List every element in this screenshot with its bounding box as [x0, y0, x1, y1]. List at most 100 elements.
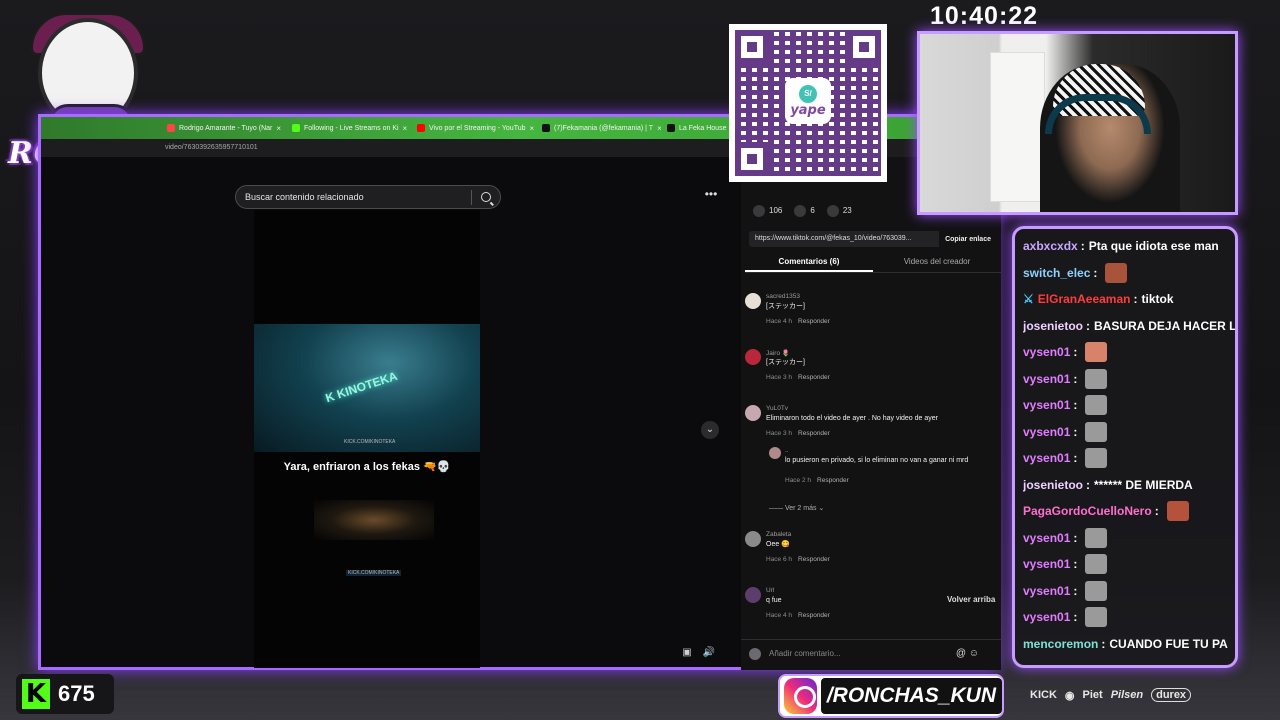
next-video-chevron-icon[interactable]: ⌄: [701, 421, 719, 439]
pip-icon[interactable]: ▣: [679, 645, 695, 661]
comment-user[interactable]: ..: [785, 447, 789, 454]
chat-username[interactable]: vysen01: [1023, 584, 1070, 598]
chat-text: tiktok: [1141, 292, 1174, 306]
avatar[interactable]: [745, 587, 761, 603]
comment-meta: Hace 3 h Responder: [766, 430, 830, 437]
chat-message: josenietoo: ****** DE MIERDA: [1023, 474, 1235, 496]
copy-link-button[interactable]: Copiar enlace: [939, 236, 997, 243]
kick-follower-counter: K 675: [16, 674, 114, 714]
qr-pattern: S/ yape: [735, 30, 881, 176]
panel-tabs: Comentarios (6) Videos del creador: [745, 253, 1001, 273]
tab-creator-videos[interactable]: Videos del creador: [873, 253, 1001, 272]
sponsor-strip: KICK ◉ Piet Pilsen durex: [1030, 688, 1192, 702]
back-to-top-button[interactable]: Volver arriba: [947, 595, 995, 604]
webcam-feed: [917, 31, 1238, 215]
chat-separator: :: [1093, 265, 1098, 280]
chat-emote-icon: [1105, 262, 1128, 283]
kick-logo-icon: K: [22, 679, 50, 709]
chat-emote-icon: [1085, 527, 1108, 548]
chat-username[interactable]: vysen01: [1023, 372, 1070, 386]
browser-tab[interactable]: Following - Live Streams on Ki ×: [286, 119, 411, 137]
video-player[interactable]: K KINOTEKA KICK.COM/KINOTEKA Yara, enfri…: [254, 210, 480, 668]
chat-separator: :: [1101, 636, 1106, 651]
comment-meta: Hace 2 h Responder: [785, 477, 849, 484]
chat-separator: :: [1073, 371, 1078, 386]
tab-favicon-icon: [167, 124, 175, 132]
avatar[interactable]: [769, 447, 781, 459]
save-button[interactable]: 23: [826, 205, 852, 217]
chat-username[interactable]: vysen01: [1023, 531, 1070, 545]
avatar[interactable]: [745, 531, 761, 547]
sponsor-durex: durex: [1151, 688, 1192, 702]
chat-username[interactable]: vysen01: [1023, 451, 1070, 465]
chat-emote-icon: [1085, 580, 1108, 601]
comment-count-button[interactable]: 6: [794, 205, 815, 217]
chat-username[interactable]: PagaGordoCuelloNero: [1023, 504, 1152, 518]
like-button[interactable]: 106: [753, 205, 782, 217]
comment-text: Oee 😋: [766, 541, 790, 548]
reply-button[interactable]: Responder: [798, 612, 830, 619]
tab-close-icon[interactable]: ×: [530, 124, 535, 133]
yape-qr-code: S/ yape: [729, 24, 887, 182]
chat-separator: :: [1086, 477, 1091, 492]
webcam-shelf: [990, 52, 1045, 202]
view-more-replies-button[interactable]: —— Ver 2 más ⌄: [769, 504, 824, 512]
avatar[interactable]: [745, 349, 761, 365]
comment-text: Eliminaron todo el video de ayer . No ha…: [766, 415, 938, 422]
browser-tab[interactable]: Vivo por el Streaming - YouTub ×: [411, 119, 536, 137]
reply-button[interactable]: Responder: [798, 430, 830, 437]
chat-username[interactable]: vysen01: [1023, 345, 1070, 359]
chat-username[interactable]: ElGranAeeaman: [1038, 292, 1131, 306]
chat-text: ****** DE MIERDA: [1094, 477, 1193, 492]
comment-user[interactable]: Jairo 🌷: [766, 349, 790, 357]
chat-username[interactable]: vysen01: [1023, 557, 1070, 571]
chat-username[interactable]: mencoremon: [1023, 637, 1098, 651]
chat-username[interactable]: axbxcxdx: [1023, 239, 1078, 253]
search-input[interactable]: Buscar contenido relacionado: [235, 185, 501, 209]
comment-user[interactable]: Zabaleta: [766, 531, 791, 538]
comment-meta: Hace 4 h Responder: [766, 318, 830, 325]
chat-overlay: axbxcxdx: Pta que idiota ese man switch_el…: [1012, 226, 1238, 668]
chat-emote-icon: [1085, 368, 1108, 389]
chat-username[interactable]: josenietoo: [1023, 478, 1083, 492]
chat-separator: :: [1073, 557, 1078, 571]
instagram-banner: /RONCHAS_KUN: [778, 674, 1004, 718]
chat-username[interactable]: vysen01: [1023, 610, 1070, 624]
reply-button[interactable]: Responder: [798, 374, 830, 381]
more-options-icon[interactable]: •••: [701, 188, 721, 203]
add-comment-input[interactable]: Añadir comentario... @ ☺: [741, 639, 1001, 667]
search-icon[interactable]: [481, 192, 491, 202]
chat-username[interactable]: vysen01: [1023, 425, 1070, 439]
browser-tab[interactable]: (7)Fekamania (@fekamania) | T ×: [536, 119, 661, 137]
reply-button[interactable]: Responder: [798, 556, 830, 563]
browser-tab[interactable]: Rodrigo Amarante - Tuyo (Nar ×: [161, 119, 286, 137]
comment-user[interactable]: Url: [766, 587, 774, 594]
chat-username[interactable]: switch_elec: [1023, 266, 1090, 280]
avatar: [749, 647, 761, 660]
comment-user[interactable]: sacred1353: [766, 293, 800, 300]
comment-text: [ステッカー]: [766, 359, 805, 366]
volume-icon[interactable]: 🔊: [701, 645, 717, 661]
reply-button[interactable]: Responder: [798, 318, 830, 325]
chat-text: CUANDO FUE TU PA: [1109, 636, 1228, 651]
chat-message: PagaGordoCuelloNero:: [1023, 500, 1235, 522]
avatar[interactable]: [745, 293, 761, 309]
reply-button[interactable]: Responder: [817, 477, 849, 484]
chat-emote-icon: [1085, 421, 1108, 442]
chat-username[interactable]: vysen01: [1023, 398, 1070, 412]
chat-emote-icon: [1085, 342, 1108, 362]
comments-panel: 106 6 23 https://www.tiktok.com/@fekas_1…: [741, 157, 1001, 670]
tab-close-icon[interactable]: ×: [403, 124, 408, 133]
engagement-stats: 106 6 23: [753, 205, 852, 217]
comment-user[interactable]: YuL0Tv: [766, 405, 788, 412]
share-url-field[interactable]: https://www.tiktok.com/@fekas_10/video/7…: [749, 231, 940, 247]
chat-text: Pta que idiota ese man: [1088, 239, 1219, 253]
tab-comments[interactable]: Comentarios (6): [745, 253, 873, 272]
mention-emoji-icons[interactable]: @ ☺: [956, 648, 979, 659]
tab-close-icon[interactable]: ×: [276, 124, 281, 133]
chat-message: vysen01:: [1023, 394, 1235, 416]
comment-meta: Hace 3 h Responder: [766, 374, 830, 381]
avatar[interactable]: [745, 405, 761, 421]
chat-message: josenietoo: BASURA DEJA HACER L: [1023, 315, 1235, 337]
chat-username[interactable]: josenietoo: [1023, 319, 1083, 333]
